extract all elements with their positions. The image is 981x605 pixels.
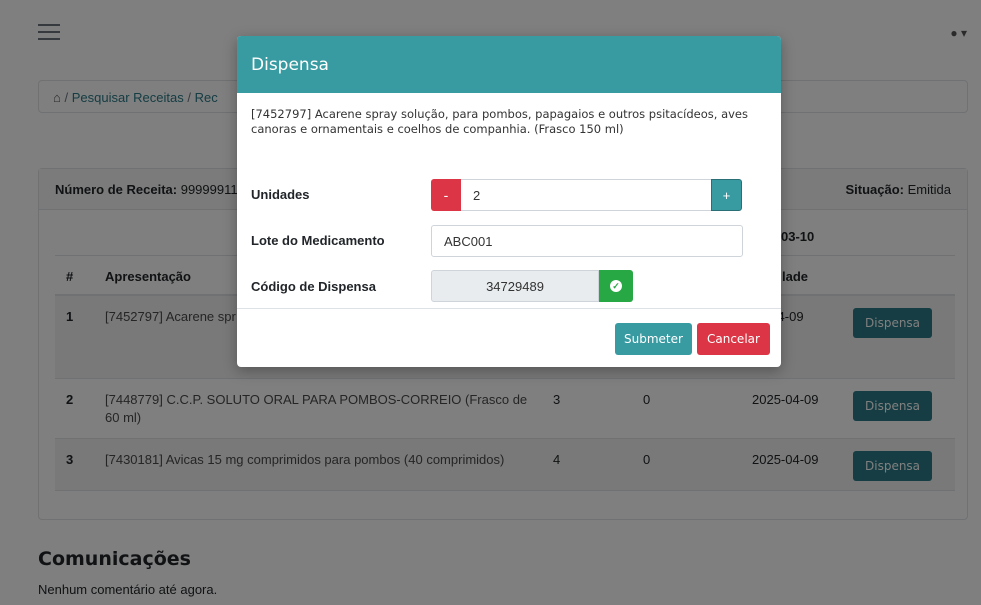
modal-body: [7452797] Acarene spray solução, para po…	[237, 93, 781, 308]
submit-button[interactable]: Submeter	[615, 323, 692, 355]
modal-title: Dispensa	[251, 55, 329, 75]
dispense-code-label: Código de Dispensa	[251, 279, 376, 294]
verify-code-button[interactable]: ✓	[599, 270, 633, 302]
check-circle-icon: ✓	[610, 280, 622, 292]
dispensa-modal: Dispensa [7452797] Acarene spray solução…	[237, 36, 781, 367]
decrement-units-button[interactable]: -	[431, 179, 461, 211]
increment-units-button[interactable]: +	[711, 179, 742, 211]
units-input[interactable]	[461, 179, 711, 211]
cancel-button[interactable]: Cancelar	[697, 323, 770, 355]
medication-description: [7452797] Acarene spray solução, para po…	[251, 107, 748, 136]
modal-header: Dispensa	[237, 36, 781, 93]
lot-input[interactable]	[431, 225, 743, 257]
lot-label: Lote do Medicamento	[251, 233, 385, 248]
modal-footer: Submeter Cancelar	[237, 308, 781, 367]
units-label: Unidades	[251, 187, 310, 202]
dispense-code-field	[431, 270, 599, 302]
